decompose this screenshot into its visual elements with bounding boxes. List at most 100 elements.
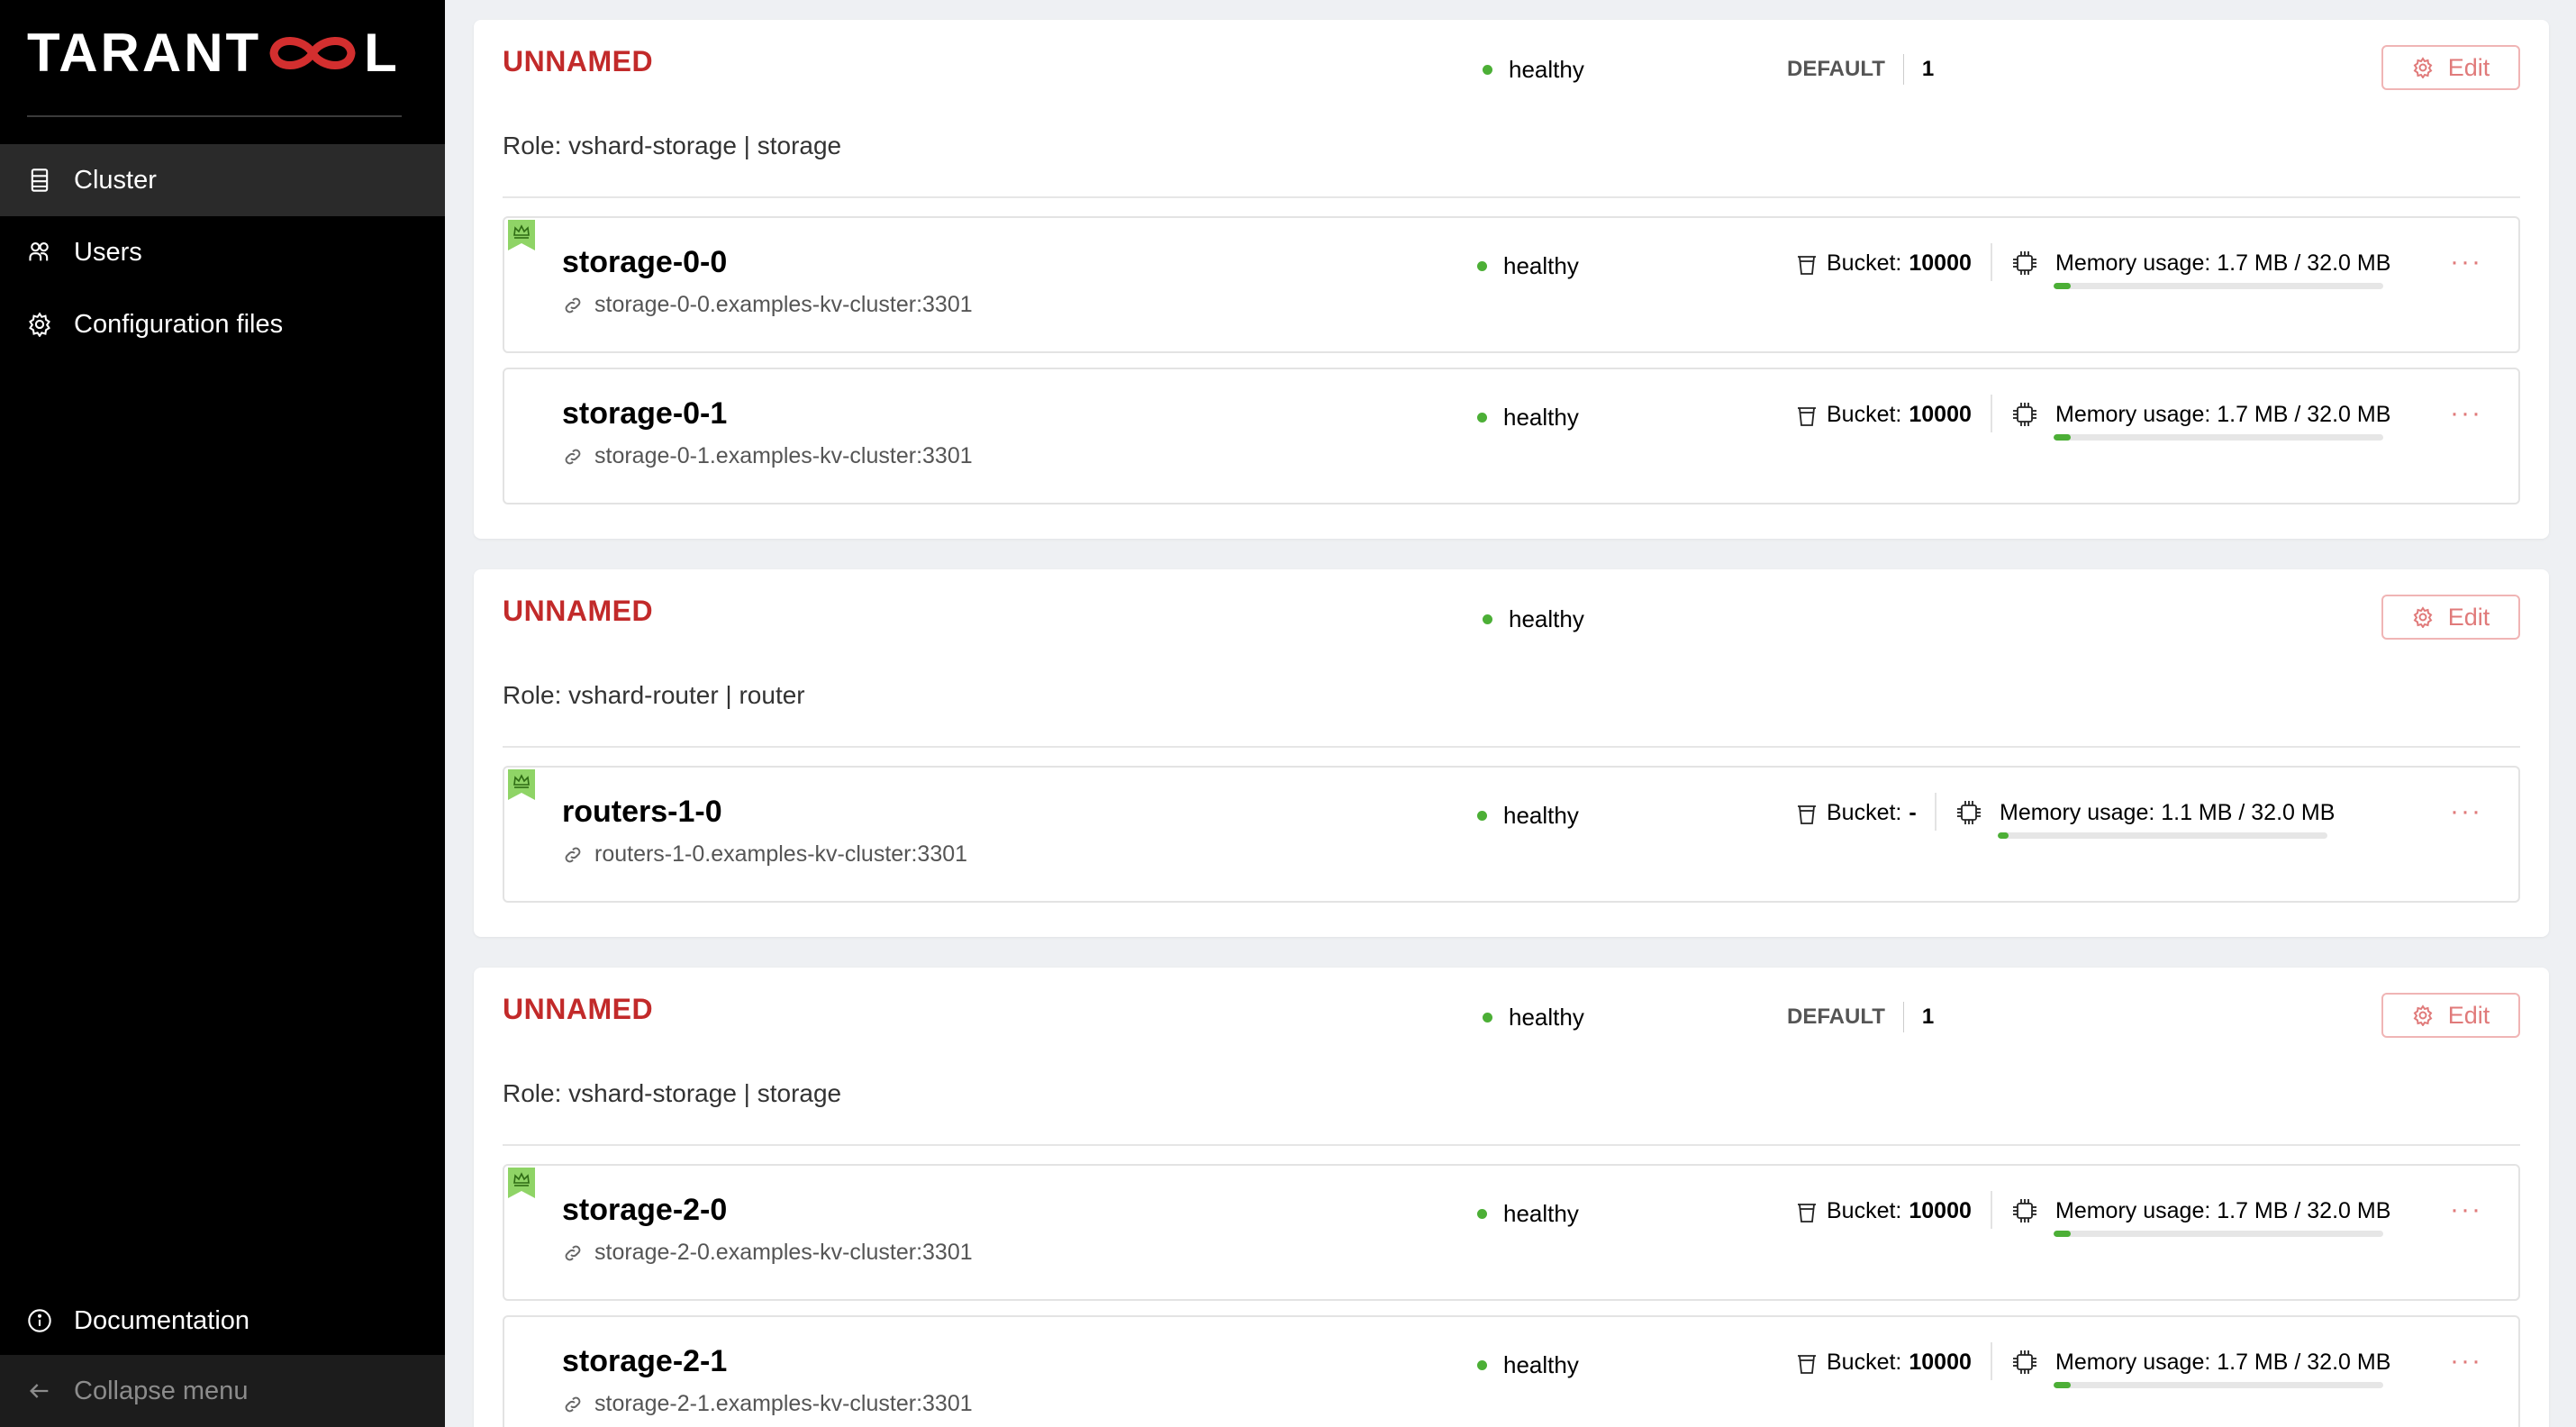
- bucket-value: -: [1909, 800, 1917, 825]
- server-row[interactable]: routers-1-0 routers-1-0.examples-kv-clus…: [503, 766, 2520, 903]
- server-row[interactable]: storage-2-0 storage-2-0.examples-kv-clus…: [503, 1164, 2520, 1301]
- sidebar: TARANT L Cluster Users Configuration file…: [0, 0, 445, 1427]
- status-text: healthy: [1503, 252, 1579, 279]
- gear-icon: [2413, 57, 2433, 78]
- server-name: storage-0-0: [562, 245, 728, 279]
- divider: [1991, 395, 1992, 432]
- more-options-button[interactable]: ···: [2450, 398, 2482, 429]
- replicaset-card: UNNAMED healthy Edit Role: vshard-router…: [474, 569, 2549, 937]
- sidebar-item-configuration-files[interactable]: Configuration files: [0, 288, 445, 360]
- more-options-button[interactable]: ···: [2450, 1195, 2482, 1225]
- memory-progress-bar: [1998, 832, 2327, 839]
- collapse-menu-button[interactable]: Collapse menu: [0, 1355, 445, 1427]
- leader-crown-icon: [508, 769, 535, 800]
- replicaset-role: Role: vshard-storage | storage: [503, 132, 842, 159]
- edit-button[interactable]: Edit: [2381, 45, 2520, 90]
- server-uri: storage-0-0.examples-kv-cluster:3301: [562, 292, 973, 318]
- link-icon: [565, 1396, 581, 1412]
- documentation-link[interactable]: Documentation: [0, 1285, 445, 1357]
- memory-progress-fill: [2054, 283, 2072, 289]
- server-status: healthy: [1477, 1200, 1579, 1228]
- gear-icon: [27, 312, 52, 337]
- server-uri-text: storage-0-0.examples-kv-cluster:3301: [594, 292, 973, 317]
- bucket-info: Bucket: 10000: [1796, 1350, 1972, 1376]
- bucket-value: 10000: [1909, 402, 1972, 427]
- chip-icon: [2013, 251, 2036, 275]
- replicaset-status: healthy: [1483, 56, 1584, 84]
- logo-text-right: L: [364, 23, 400, 83]
- bucket-value: 10000: [1909, 1198, 1972, 1223]
- server-status: healthy: [1477, 252, 1579, 280]
- status-dot-icon: [1477, 1360, 1487, 1370]
- server-row[interactable]: storage-2-1 storage-2-1.examples-kv-clus…: [503, 1315, 2520, 1427]
- server-row[interactable]: storage-0-0 storage-0-0.examples-kv-clus…: [503, 216, 2520, 353]
- bucket-value: 10000: [1909, 250, 1972, 276]
- memory-progress-fill: [2054, 1231, 2072, 1237]
- weight-label: DEFAULT: [1787, 57, 1885, 81]
- sidebar-divider: [27, 115, 402, 117]
- bucket-icon: [1798, 804, 1816, 824]
- server-name: routers-1-0: [562, 795, 722, 829]
- edit-label: Edit: [2447, 1001, 2490, 1029]
- edit-button[interactable]: Edit: [2381, 595, 2520, 640]
- memory-info: Memory usage: 1.7 MB / 32.0 MB: [2010, 400, 2390, 429]
- replicaset-role: Role: vshard-storage | storage: [503, 1079, 842, 1107]
- chip-icon: [2013, 403, 2036, 426]
- status-text: healthy: [1509, 56, 1584, 83]
- edit-label: Edit: [2447, 603, 2490, 631]
- logo-text-left: TARANT: [27, 23, 262, 83]
- sidebar-item-cluster[interactable]: Cluster: [0, 144, 445, 216]
- memory-info: Memory usage: 1.7 MB / 32.0 MB: [2010, 1348, 2390, 1377]
- bucket-value: 10000: [1909, 1350, 1972, 1375]
- divider: [503, 1144, 2520, 1146]
- bucket-info: Bucket: 10000: [1796, 402, 1972, 428]
- server-status: healthy: [1477, 802, 1579, 830]
- server-row[interactable]: storage-0-1 storage-0-1.examples-kv-clus…: [503, 368, 2520, 504]
- status-dot-icon: [1483, 614, 1492, 624]
- tarantool-logo[interactable]: TARANT L: [27, 23, 400, 83]
- divider: [503, 746, 2520, 748]
- server-uri: storage-2-0.examples-kv-cluster:3301: [562, 1240, 973, 1266]
- server-name: storage-2-1: [562, 1344, 728, 1378]
- replicaset-title: UNNAMED: [503, 45, 654, 77]
- memory-info: Memory usage: 1.1 MB / 32.0 MB: [1955, 798, 2335, 827]
- leader-crown-icon: [508, 220, 535, 250]
- sidebar-item-users[interactable]: Users: [0, 216, 445, 288]
- server-uri: storage-0-1.examples-kv-cluster:3301: [562, 443, 973, 469]
- memory-info: Memory usage: 1.7 MB / 32.0 MB: [2010, 249, 2390, 277]
- memory-progress-bar: [2054, 1382, 2383, 1388]
- memory-progress-bar: [2054, 283, 2383, 289]
- status-dot-icon: [1477, 811, 1487, 821]
- memory-info: Memory usage: 1.7 MB / 32.0 MB: [2010, 1196, 2390, 1225]
- sidebar-item-label: Cluster: [74, 165, 157, 195]
- edit-button[interactable]: Edit: [2381, 993, 2520, 1038]
- server-status: healthy: [1477, 404, 1579, 432]
- status-dot-icon: [1483, 65, 1492, 75]
- memory-text: Memory usage: 1.7 MB / 32.0 MB: [2055, 250, 2391, 276]
- bucket-label: Bucket:: [1827, 250, 1902, 276]
- status-dot-icon: [1477, 413, 1487, 423]
- chip-icon: [2013, 1199, 2036, 1222]
- gear-icon: [2413, 1004, 2433, 1026]
- gear-icon: [2413, 606, 2433, 628]
- weight-value: 1: [1921, 57, 1935, 81]
- more-options-button[interactable]: ···: [2450, 796, 2482, 827]
- divider: [1902, 1002, 1904, 1032]
- status-dot-icon: [1477, 1209, 1487, 1219]
- sidebar-item-label: Users: [74, 237, 142, 267]
- memory-progress-bar: [2054, 1231, 2383, 1237]
- server-uri-text: storage-2-0.examples-kv-cluster:3301: [594, 1240, 973, 1265]
- documentation-label: Documentation: [74, 1305, 250, 1335]
- divider: [1991, 1191, 1992, 1229]
- bucket-info: Bucket: 10000: [1796, 1198, 1972, 1224]
- bucket-label: Bucket:: [1827, 1350, 1902, 1375]
- replicaset-title: UNNAMED: [503, 595, 654, 627]
- more-options-button[interactable]: ···: [2450, 247, 2482, 277]
- replicaset-weight: DEFAULT 1: [1787, 54, 1934, 85]
- memory-progress-bar: [2054, 434, 2383, 441]
- replicaset-card: UNNAMED healthy DEFAULT 1 Edit Role: vsha…: [474, 20, 2549, 539]
- status-dot-icon: [1477, 261, 1487, 271]
- more-options-button[interactable]: ···: [2450, 1346, 2482, 1377]
- chip-icon: [1957, 801, 1981, 824]
- edit-label: Edit: [2447, 53, 2490, 81]
